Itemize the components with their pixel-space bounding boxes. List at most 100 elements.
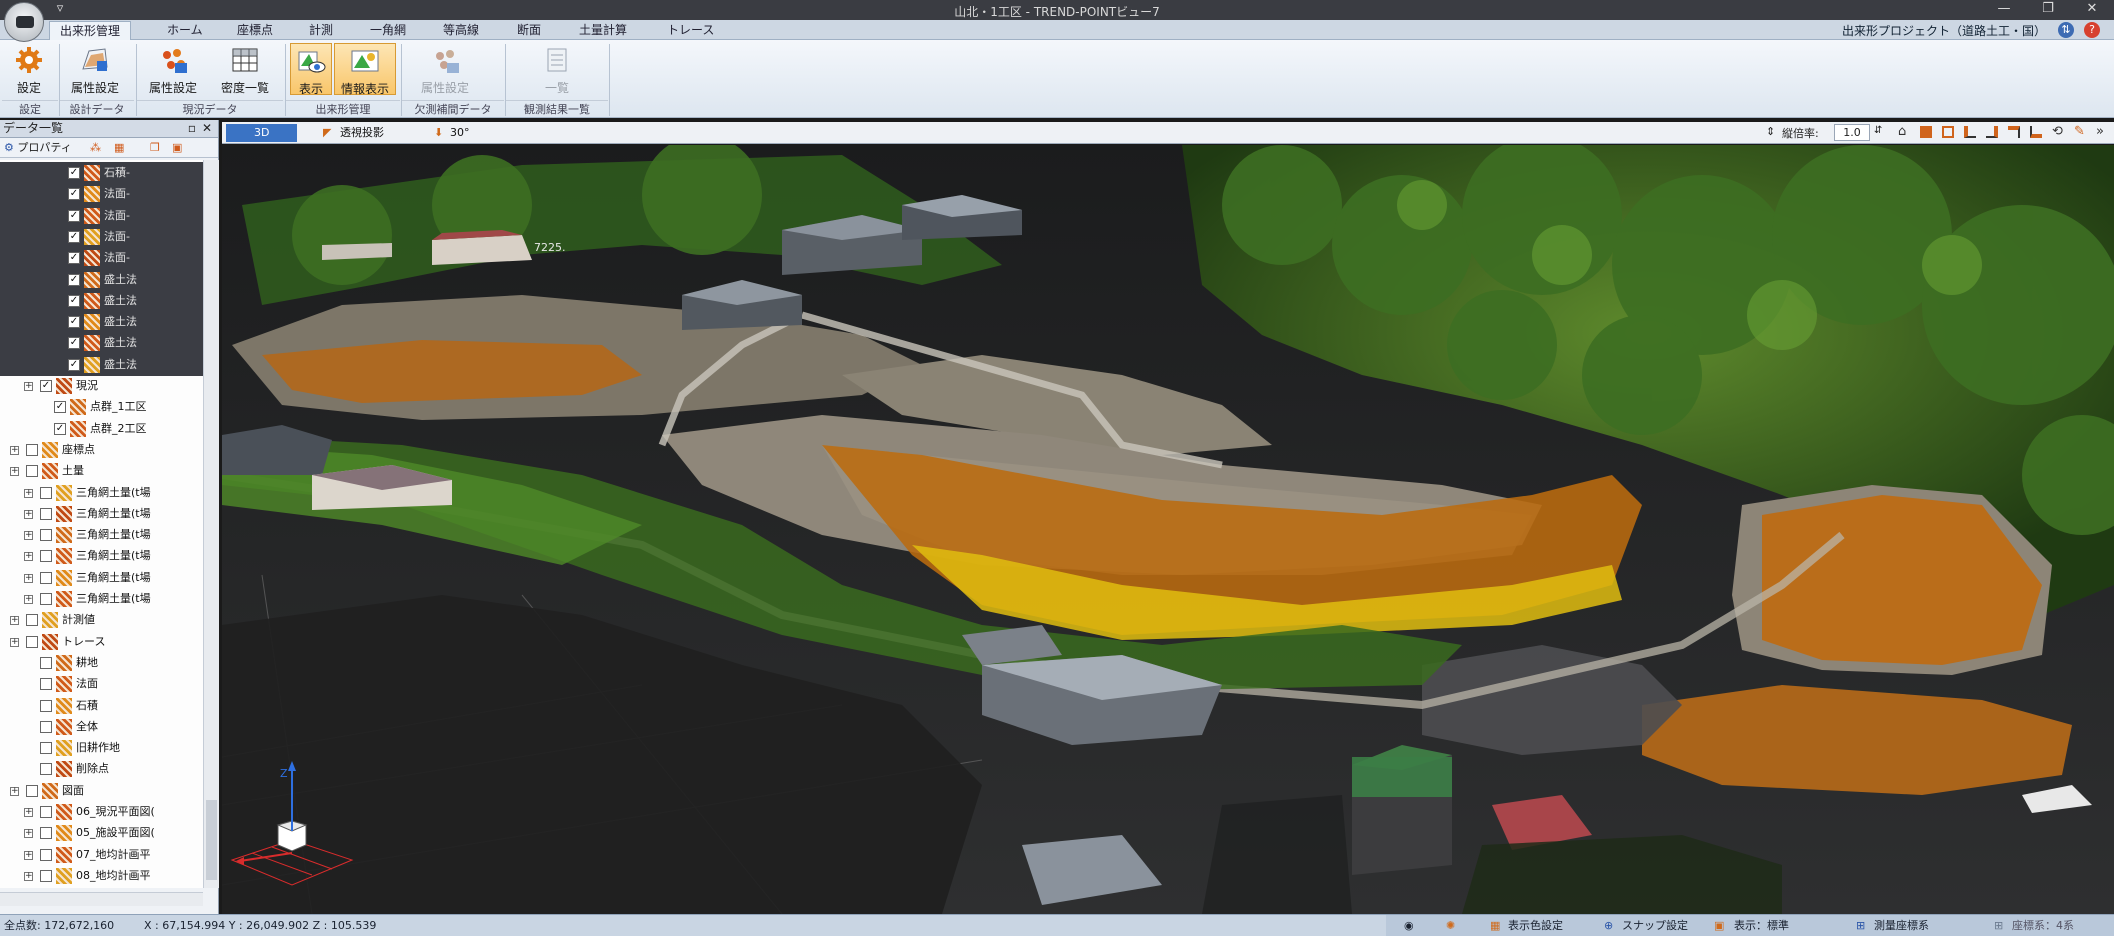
tab-measure[interactable]: 計測 [309,21,333,40]
tree-row[interactable]: 全体 [0,716,203,738]
tree-row[interactable]: ✓ 点群_1工区 [0,396,203,418]
view-left-icon[interactable] [1964,126,1976,138]
expand-icon[interactable]: + [24,808,33,817]
tab-contour[interactable]: 等高線 [443,21,479,40]
tree-row[interactable]: 削除点 [0,758,203,780]
tree-row[interactable]: ✓ 法面- [0,226,203,248]
expand-icon[interactable]: + [10,787,19,796]
attr-settings-design-button[interactable]: 属性設定 [62,43,128,95]
settings-button[interactable]: 設定 [4,43,54,95]
close-button[interactable]: ✕ [2070,0,2114,20]
tree-row[interactable]: + ✓ 現況 [0,375,203,397]
tree-checkbox[interactable] [26,614,38,626]
quick-access-icon[interactable]: ▿ [50,0,70,20]
tree-checkbox[interactable]: ✓ [68,252,80,264]
snap-settings-button[interactable]: スナップ設定 [1622,915,1688,936]
tree-hscrollbar[interactable] [0,892,203,906]
tree-checkbox[interactable] [26,444,38,456]
view-back-icon[interactable] [2008,126,2020,138]
tree-row[interactable]: + 計測値 [0,609,203,631]
tree-checkbox[interactable] [40,700,52,712]
tree-checkbox[interactable] [40,572,52,584]
panel-close-icon[interactable]: ✕ [202,120,212,137]
expand-icon[interactable]: + [24,552,33,561]
color-settings-button[interactable]: 表示色設定 [1508,915,1563,936]
tree-checkbox[interactable]: ✓ [68,274,80,286]
eye-icon[interactable]: ◉ [1404,915,1414,936]
perspective-button[interactable]: ◤ 透視投影 [318,124,390,142]
display-button[interactable]: 表示 [290,43,332,96]
tree-checkbox[interactable] [40,870,52,882]
maximize-button[interactable]: ❐ [2026,0,2070,20]
tree-checkbox[interactable] [40,657,52,669]
tree-checkbox[interactable] [40,806,52,818]
tab-earthwork[interactable]: 土量計算 [579,21,627,40]
survey-coords-button[interactable]: 測量座標系 [1874,915,1929,936]
tree-checkbox[interactable] [26,636,38,648]
expand-icon[interactable]: + [24,574,33,583]
tab-home[interactable]: ホーム [167,21,203,40]
rotate-icon[interactable]: ⟲ [2052,124,2063,139]
view-bottom-icon[interactable] [2030,126,2042,138]
tree-row[interactable]: ✓ 盛土法 [0,332,203,354]
tree-row[interactable]: ✓ 法面- [0,183,203,205]
tree-checkbox[interactable] [40,529,52,541]
tree-row[interactable]: ✓ 石積- [0,162,203,184]
tree-checkbox[interactable] [40,849,52,861]
tree-row[interactable]: ✓ 盛土法 [0,354,203,376]
property-icon[interactable]: ⚙ [4,141,14,154]
tab-section[interactable]: 断面 [517,21,541,40]
tree-row[interactable]: 法面 [0,673,203,695]
tree-row[interactable]: + 三角網土量(t場 [0,524,203,546]
layer-icon[interactable]: ▣ [172,138,182,157]
tree-checkbox[interactable]: ✓ [68,231,80,243]
tree-checkbox[interactable] [40,508,52,520]
point-tool-icon[interactable]: ⁂ [90,138,101,157]
expand-icon[interactable]: + [24,510,33,519]
tab-triangle-mesh[interactable]: 一角網 [370,21,406,40]
tree-row[interactable]: ✓ 盛土法 [0,269,203,291]
tree-checkbox[interactable]: ✓ [68,167,80,179]
tree-row[interactable]: ✓ 盛土法 [0,290,203,312]
tree-row[interactable]: ✓ 点群_2工区 [0,418,203,440]
attr-settings-gap-button[interactable]: 属性設定 [410,43,480,95]
expand-icon[interactable]: + [24,595,33,604]
app-logo-icon[interactable] [4,2,44,42]
tree-checkbox[interactable]: ✓ [54,423,66,435]
3d-viewport[interactable]: 7225. Z [222,145,2114,914]
tab-trace[interactable]: トレース [667,21,714,40]
view-front-icon[interactable] [1942,126,1954,138]
tree-scrollbar[interactable] [203,160,219,888]
tree-row[interactable]: + 三角網土量(t場 [0,567,203,589]
obs-list-button[interactable]: 一覧 [524,43,590,95]
mode-3d-button[interactable]: 3D [226,124,298,142]
expand-icon[interactable]: + [24,872,33,881]
tree-checkbox[interactable] [26,465,38,477]
tab-as-built[interactable]: 出来形管理 [49,21,132,40]
tree-checkbox[interactable] [40,742,52,754]
expand-icon[interactable]: + [10,467,19,476]
tree-row[interactable]: +08_地均計画平 [0,865,203,887]
more-icon[interactable]: » [2096,124,2104,139]
tree-checkbox[interactable] [40,487,52,499]
tree-checkbox[interactable]: ✓ [68,188,80,200]
tree-checkbox[interactable]: ✓ [68,337,80,349]
expand-icon[interactable]: + [24,489,33,498]
minimize-button[interactable]: — [1982,0,2026,20]
tree-checkbox[interactable] [40,721,52,733]
tree-checkbox[interactable]: ✓ [68,295,80,307]
tree-row[interactable]: 旧耕作地 [0,737,203,759]
tree-checkbox[interactable] [40,593,52,605]
info-display-button[interactable]: 情報表示 [334,43,396,96]
tree-row[interactable]: + トレース [0,631,203,653]
spinner-icon[interactable]: ⇵ [1874,125,1882,136]
tree-row[interactable]: +06_現況平面図( [0,801,203,823]
tree-row[interactable]: ✓ 法面- [0,247,203,269]
tree-checkbox[interactable] [40,763,52,775]
tree-checkbox[interactable]: ✓ [54,401,66,413]
tree-checkbox[interactable]: ✓ [68,316,80,328]
expand-icon[interactable]: + [24,851,33,860]
tab-coordinate-points[interactable]: 座標点 [237,21,273,40]
expand-icon[interactable]: + [10,446,19,455]
pen-icon[interactable]: ✎ [2074,124,2085,139]
